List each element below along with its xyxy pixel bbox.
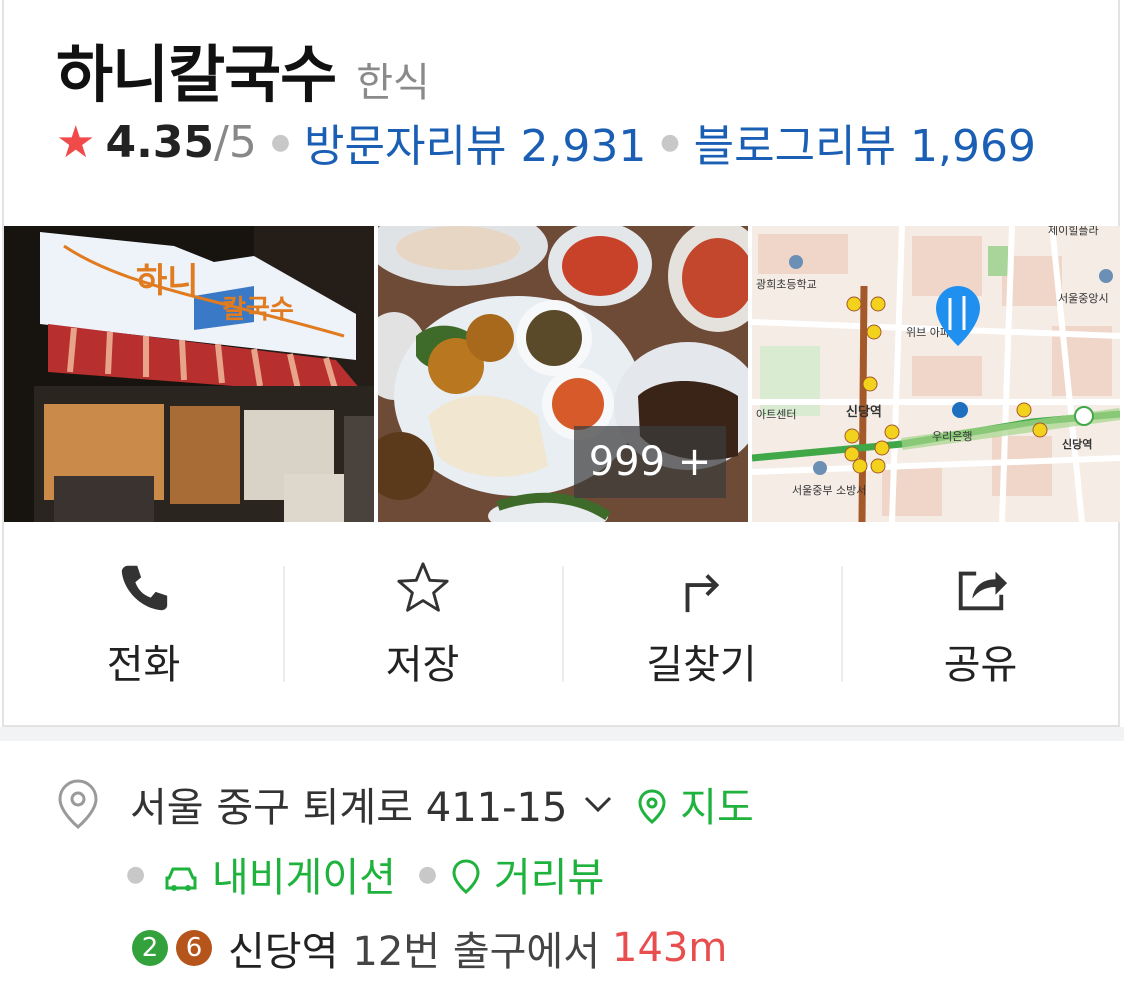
visitor-reviews-count: 2,931: [520, 121, 647, 172]
call-label: 전화: [106, 642, 181, 688]
map-label-fire: 서울중부 소방서: [792, 484, 866, 497]
call-button[interactable]: 전화: [4, 560, 283, 690]
subway-info-row: 2 6 신당역 12번 출구에서 143m: [132, 918, 727, 978]
share-icon: [958, 571, 1007, 611]
map-label-bank: 우리은행: [932, 430, 972, 443]
streetview-link[interactable]: 거리뷰: [451, 845, 604, 903]
separator-dot: ●: [417, 861, 438, 887]
navigation-link[interactable]: 내비게이션: [163, 845, 396, 903]
rating-row: ★ 4.35 /5 ● 방문자리뷰 2,931 ● 블로그리뷰 1,969: [56, 110, 1036, 174]
subway-line-badge: 2: [132, 930, 168, 966]
food-photo[interactable]: 999 +: [378, 226, 748, 522]
map-thumbnail[interactable]: 광희초등학교 아트센터 신당역 우리은행 신당역 서울중부 소방서 위브 아파트…: [752, 226, 1120, 522]
share-button[interactable]: 공유: [841, 560, 1120, 690]
streetview-pin-icon: [452, 859, 480, 894]
streetview-label: 거리뷰: [493, 855, 605, 901]
star-icon: ★: [56, 116, 96, 168]
place-name: 하니칼국수: [56, 38, 337, 111]
separator-dot: ●: [126, 861, 146, 887]
address-row: 서울 중구 퇴계로 411-15 지도: [56, 772, 754, 836]
address-links-row: ● 내비게이션 ● 거리뷰: [126, 844, 604, 904]
rating-score: 4.35: [105, 116, 215, 168]
blog-reviews-count: 1,969: [910, 121, 1036, 172]
rating-max: /5: [214, 116, 257, 168]
map-link-label: 지도: [680, 785, 754, 831]
subway-distance: 143m: [612, 925, 728, 971]
photo-strip: 하니 칼국수 999 + 광희초등학교 아트센터 신당역 우리은행 신당역 서울…: [4, 226, 1120, 522]
action-bar: 전화 저장 길찾기 공유: [4, 560, 1120, 690]
map-label-school: 광희초등학교: [756, 278, 817, 291]
storefront-photo[interactable]: 하니 칼국수: [4, 226, 374, 522]
blog-reviews-link[interactable]: 블로그리뷰 1,969: [694, 110, 1036, 174]
star-outline-icon: [396, 562, 449, 612]
location-pin-icon: [58, 779, 98, 829]
subway-exit: 12번 출구에서: [352, 929, 601, 975]
navigation-label: 내비게이션: [211, 855, 396, 901]
save-button[interactable]: 저장: [283, 560, 562, 690]
phone-icon: [121, 565, 167, 611]
more-photos-badge[interactable]: 999 +: [574, 426, 726, 498]
car-icon: [165, 867, 197, 891]
subway-line-badge: 6: [176, 930, 212, 966]
map-label-station: 신당역: [846, 404, 882, 420]
address-text[interactable]: 서울 중구 퇴계로 411-15: [130, 775, 567, 833]
blog-reviews-label: 블로그리뷰: [693, 121, 897, 172]
visitor-reviews-link[interactable]: 방문자리뷰 2,931: [304, 110, 646, 174]
share-label: 공유: [943, 642, 1018, 688]
map-link[interactable]: 지도: [637, 775, 754, 833]
subway-station: 신당역: [228, 929, 339, 975]
directions-icon: [685, 574, 719, 613]
save-label: 저장: [385, 642, 460, 688]
map-pin-icon: [638, 789, 666, 824]
map-label-top-right: 서울중앙시: [1058, 292, 1109, 305]
place-category: 한식: [356, 60, 430, 106]
directions-label: 길찾기: [646, 642, 757, 688]
map-label-center: 아트센터: [756, 408, 796, 421]
directions-button[interactable]: 길찾기: [562, 560, 841, 690]
separator-dot: ●: [660, 129, 680, 155]
sign-text-2: 칼국수: [222, 295, 294, 325]
section-divider: [0, 727, 1124, 741]
map-label-station-right: 신당역: [1062, 437, 1092, 451]
separator-dot: ●: [270, 129, 291, 155]
visitor-reviews-label: 방문자리뷰: [304, 121, 507, 172]
chevron-down-icon[interactable]: [583, 794, 613, 814]
map-label-top: 제이힐플라: [1048, 226, 1099, 237]
title-row: 하니칼국수 한식: [56, 24, 430, 111]
sign-text-1: 하니: [136, 261, 199, 301]
